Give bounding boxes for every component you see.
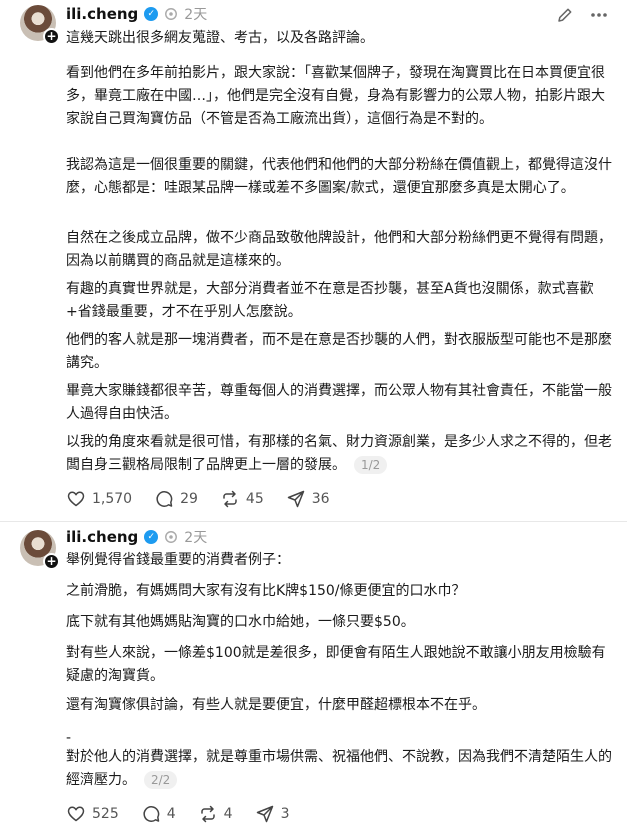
reply-button[interactable]: 4 [141,804,176,824]
post-paragraph: 我認為這是一個很重要的關鍵，代表他們和他們的大部分粉絲在價值觀上，都覺得這沒什麼… [66,157,612,196]
timestamp: 2天 [184,7,208,23]
more-options-icon[interactable] [589,5,609,25]
follow-plus-icon[interactable]: + [43,553,60,570]
post-paragraph: 看到他們在多年前拍影片，跟大家說：「喜歡某個牌子，發現在淘寶買比在日本買便宜很多… [66,65,605,127]
like-button[interactable]: 525 [66,804,119,824]
post-header: ili.cheng ✓ 2天 [66,527,207,547]
repost-count: 45 [245,491,264,507]
share-count: 36 [311,491,330,507]
heart-icon [67,491,85,507]
post-paragraph: 舉例覺得省錢最重要的消費者例子： [66,552,290,568]
verified-badge-icon: ✓ [144,530,159,544]
post-paragraph: 這幾天跳出很多網友蒐證、考古，以及各路評論。 [66,30,374,46]
reply-count: 4 [166,806,176,822]
like-button[interactable]: 1,570 [66,489,132,509]
post-header: ili.cheng ✓ 2天 [66,4,207,24]
follow-plus-icon[interactable]: + [43,28,60,45]
repost-icon [200,805,215,823]
repost-button[interactable]: 45 [220,489,264,509]
timestamp: 2天 [184,530,208,546]
post-paragraph: 之前滑脆，有媽媽問大家有沒有比K牌$150/條更便宜的口水巾？ [66,583,466,599]
repost-count: 4 [223,806,233,822]
post-paragraph: 自然在之後成立品牌，做不少商品致敬他牌設計，他們和大部分粉絲們更不覺得有問題，因… [66,230,612,269]
post-paragraph: 有趣的真實世界就是，大部分消費者並不在意是否抄襲，甚至A貨也沒關係，款式喜歡+省… [66,281,594,320]
avatar[interactable]: + [20,5,60,45]
post-actions: 1,570 29 45 36 [66,489,330,509]
post-paragraph-last: 對於他人的消費選擇，就是尊重市場供需、祝福他們、不說教，因為我們不清楚陌生人的經… [66,746,614,792]
share-count: 3 [280,806,290,822]
post-paragraph: 他們的客人就是那一塊消費者，而不是在意是否抄襲的人們，對衣服版型可能也不是那麼講… [66,332,612,371]
post-paragraph-last: 以我的角度來看就是很可惜，有那樣的名氣、財力資源創業，是多少人求之不得的，但老闆… [66,431,614,477]
post-actions: 525 4 4 3 [66,804,290,824]
verified-badge-icon: ✓ [144,7,159,21]
post-paragraph: 對有些人來說，一條差$100就是差很多，即便會有陌生人跟她說不敢讓小朋友用檢驗有… [66,645,606,684]
repost-icon [223,490,237,508]
like-count: 525 [92,806,119,822]
edit-icon[interactable] [555,5,575,25]
username[interactable]: ili.cheng [66,528,138,546]
comment-icon [156,491,173,507]
avatar[interactable]: + [20,530,60,570]
thread-post-1: + ili.cheng ✓ 2天 這幾天跳出很多網友蒐證、考古，以及各路評論。 … [0,0,627,522]
repost-indicator-icon [165,8,178,20]
repost-indicator-icon [165,531,178,543]
page-indicator: 2/2 [144,771,178,789]
share-button[interactable]: 36 [286,489,330,509]
post-paragraph-text: 以我的角度來看就是很可惜，有那樣的名氣、財力資源創業，是多少人求之不得的，但老闆… [66,434,612,473]
reply-button[interactable]: 29 [154,489,198,509]
share-button[interactable]: 3 [255,804,290,824]
comment-icon [143,806,159,822]
post-paragraph: 還有淘寶傢俱討論，有些人就是要便宜，什麼甲醛超標根本不在乎。 [66,697,486,713]
post-top-actions [555,5,609,25]
like-count: 1,570 [92,491,133,507]
post-paragraph: 畢竟大家賺錢都很辛苦，尊重每個人的消費選擇，而公眾人物有其社會責任，不能當一般人… [66,383,612,422]
post-paragraph: 底下就有其他媽媽貼淘寶的口水巾給她，一條只要$50。 [66,614,415,630]
heart-icon [67,806,85,822]
repost-button[interactable]: 4 [198,804,233,824]
reply-count: 29 [180,491,198,507]
send-icon [256,805,273,823]
username[interactable]: ili.cheng [66,5,138,23]
send-icon [287,490,304,508]
page-indicator: 1/2 [354,456,388,474]
thread-post-2: + ili.cheng ✓ 2天 舉例覺得省錢最重要的消費者例子： 之前滑脆，有… [0,522,627,826]
